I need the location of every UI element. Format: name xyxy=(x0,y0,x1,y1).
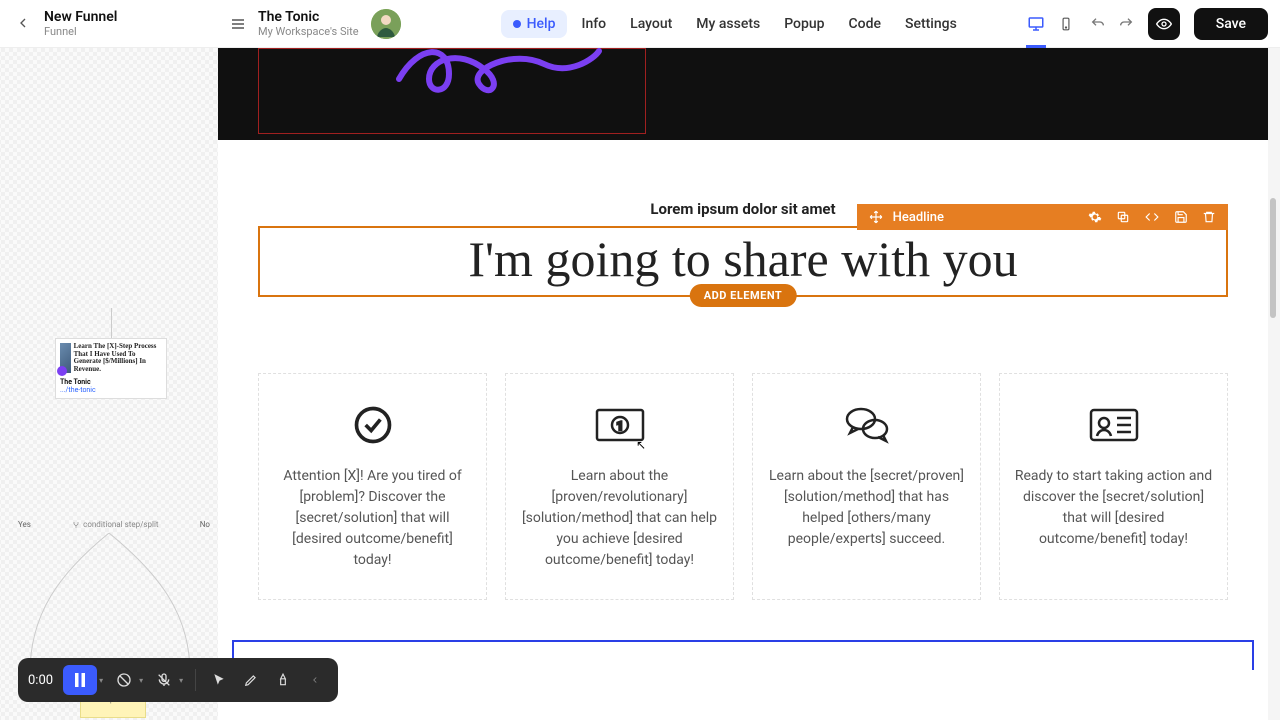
id-card-icon xyxy=(1014,402,1213,448)
top-bar: New Funnel Funnel The Tonic My Workspace… xyxy=(0,0,1280,48)
step-title: The Tonic xyxy=(60,378,162,386)
add-element-button[interactable]: ADD ELEMENT xyxy=(690,284,797,307)
avatar[interactable] xyxy=(371,9,401,39)
editor-canvas[interactable]: Lorem ipsum dolor sit amet Headline I'm xyxy=(218,48,1268,720)
recorder-time: 0:00 xyxy=(28,673,53,688)
pause-menu-caret[interactable]: ▾ xyxy=(99,676,103,685)
move-icon[interactable] xyxy=(869,210,883,224)
branch-yes: Yes xyxy=(18,520,31,529)
funnel-step-card[interactable]: Learn The [X]-Step Process That I Have U… xyxy=(55,338,167,399)
recorder-bar: 0:00 ▾ ▾ ▾ xyxy=(18,658,338,702)
nav-info[interactable]: Info xyxy=(571,10,616,38)
save-button[interactable]: Save xyxy=(1194,8,1268,40)
check-circle-icon xyxy=(273,402,472,448)
separator xyxy=(195,669,196,691)
site-name: The Tonic xyxy=(258,9,359,26)
hero-selection-frame[interactable] xyxy=(258,48,646,134)
site-info[interactable]: The Tonic My Workspace's Site xyxy=(258,9,359,39)
feature-text: Ready to start taking action and discove… xyxy=(1014,466,1213,550)
svg-text:1: 1 xyxy=(616,419,623,433)
funnel-info: New Funnel Funnel xyxy=(44,9,117,39)
feature-text: Attention [X]! Are you tired of [problem… xyxy=(273,466,472,571)
funnel-sidebar: Learn The [X]-Step Process That I Have U… xyxy=(0,48,218,720)
preview-button[interactable] xyxy=(1148,8,1180,40)
site-sub: My Workspace's Site xyxy=(258,25,359,38)
stop-button[interactable] xyxy=(111,667,137,693)
left-header: New Funnel Funnel xyxy=(12,9,222,39)
feature-text: Learn about the [proven/revolutionary] [… xyxy=(520,466,719,571)
step-headline: Learn The [X]-Step Process That I Have U… xyxy=(74,343,162,374)
branch-labels: Yes conditional step/split No xyxy=(18,520,210,529)
history-controls xyxy=(1090,16,1134,32)
nav-popup[interactable]: Popup xyxy=(774,10,834,38)
desktop-icon[interactable] xyxy=(1026,14,1046,34)
headline-text[interactable]: I'm going to share with you xyxy=(268,232,1218,287)
headline-section: Lorem ipsum dolor sit amet Headline I'm xyxy=(218,140,1268,327)
feature-text: Learn about the [secret/proven] [solutio… xyxy=(767,466,966,550)
nav-code[interactable]: Code xyxy=(839,10,891,38)
copy-icon[interactable] xyxy=(1116,210,1130,224)
signature-graphic xyxy=(394,48,604,109)
toolbar-label: Headline xyxy=(893,210,944,225)
chat-icon xyxy=(767,402,966,448)
delete-icon[interactable] xyxy=(1202,210,1216,224)
collapse-icon[interactable] xyxy=(302,667,328,693)
help-button[interactable]: Help xyxy=(501,10,568,38)
selected-element[interactable]: Headline I'm going to share with you ADD… xyxy=(258,226,1228,297)
hero-section xyxy=(218,48,1268,140)
nav-layout[interactable]: Layout xyxy=(620,10,682,38)
undo-icon[interactable] xyxy=(1090,16,1106,32)
step-url: .../the-tonic xyxy=(60,386,162,394)
help-label: Help xyxy=(527,16,556,32)
mic-menu-caret[interactable]: ▾ xyxy=(179,676,183,685)
connector-line xyxy=(111,308,112,338)
feature-card[interactable]: Ready to start taking action and discove… xyxy=(999,373,1228,600)
nav-my-assets[interactable]: My assets xyxy=(686,10,770,38)
back-button[interactable] xyxy=(12,12,34,34)
branch-split-label: conditional step/split xyxy=(72,520,158,529)
funnel-sub: Funnel xyxy=(44,25,117,38)
feature-card[interactable]: 1 Learn about the [proven/revolutionary]… xyxy=(505,373,734,600)
element-toolbar: Headline xyxy=(857,204,1228,230)
save-element-icon[interactable] xyxy=(1174,210,1188,224)
pointer-tool-icon[interactable] xyxy=(206,667,232,693)
feature-card[interactable]: Attention [X]! Are you tired of [problem… xyxy=(258,373,487,600)
nav-center: Help Info Layout My assets Popup Code Se… xyxy=(501,10,967,38)
nav-settings[interactable]: Settings xyxy=(895,10,967,38)
stop-menu-caret[interactable]: ▾ xyxy=(139,676,143,685)
top-right: Save xyxy=(1026,8,1268,40)
menu-toggle[interactable] xyxy=(230,16,246,32)
settings-icon[interactable] xyxy=(1088,210,1102,224)
redo-icon[interactable] xyxy=(1118,16,1134,32)
feature-card[interactable]: Learn about the [secret/proven] [solutio… xyxy=(752,373,981,600)
mic-mute-icon[interactable] xyxy=(151,667,177,693)
scrollbar[interactable] xyxy=(1270,198,1276,318)
cursor-icon: ↖ xyxy=(636,438,646,452)
device-switcher xyxy=(1026,14,1076,34)
feature-row: Attention [X]! Are you tired of [problem… xyxy=(218,327,1268,640)
money-icon: 1 xyxy=(520,402,719,448)
pause-button[interactable] xyxy=(63,665,97,695)
pen-tool-icon[interactable] xyxy=(238,667,264,693)
step-thumbnail xyxy=(60,343,71,373)
branch-no: No xyxy=(200,520,210,529)
code-icon[interactable] xyxy=(1144,210,1160,224)
help-indicator-icon xyxy=(513,20,521,28)
funnel-name: New Funnel xyxy=(44,9,117,26)
highlight-tool-icon[interactable] xyxy=(270,667,296,693)
mobile-icon[interactable] xyxy=(1056,14,1076,34)
next-section-frame[interactable] xyxy=(232,640,1254,670)
